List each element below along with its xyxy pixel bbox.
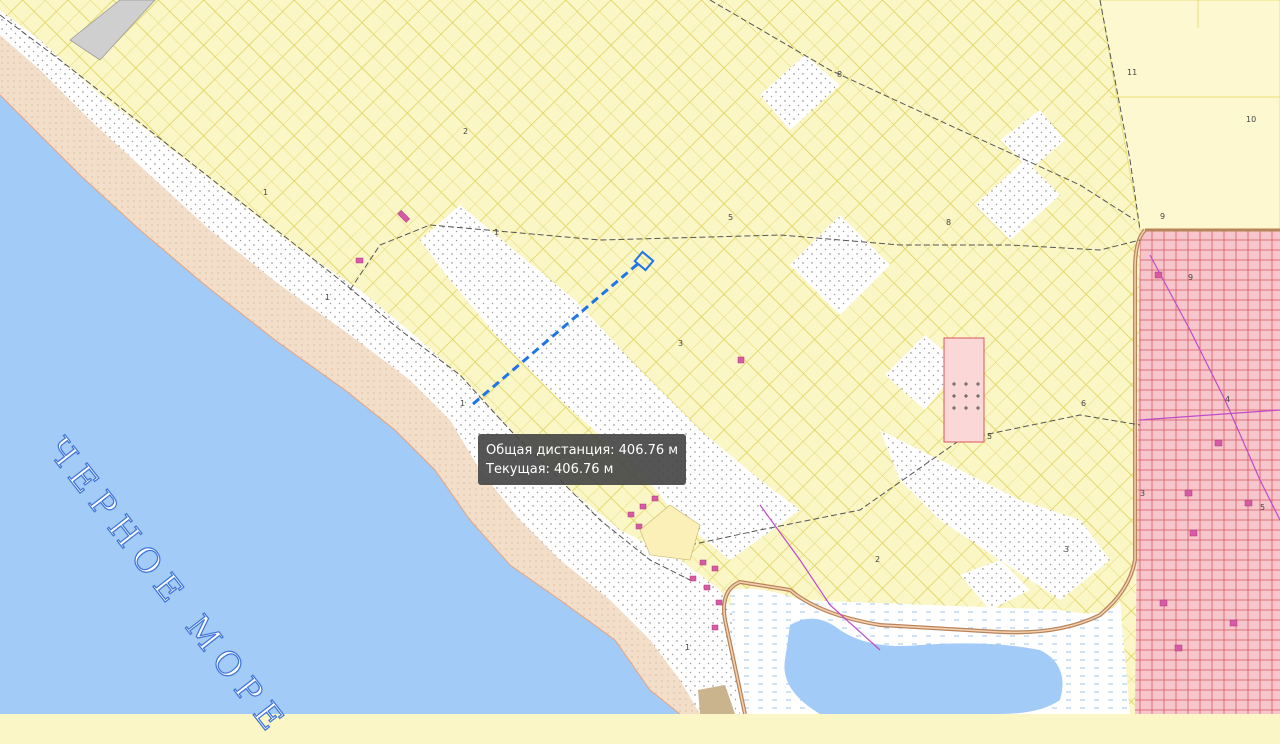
zone-number: 9: [1160, 212, 1165, 221]
zone-number: 5: [728, 213, 733, 222]
zone-number: 2: [875, 555, 880, 564]
zone-number: 8: [837, 70, 842, 79]
measurement-tooltip: Общая дистанция: 406.76 м Текущая: 406.7…: [478, 434, 687, 485]
current-distance-label: Текущая: 406.76 м: [486, 462, 614, 477]
cemetery-plot: [943, 337, 985, 443]
zone-number: 2: [463, 127, 468, 136]
zone-number: 4: [1225, 395, 1230, 404]
zone-number: 5: [1260, 503, 1265, 512]
zone-number: 6: [1081, 399, 1086, 408]
zone-number: 11: [1127, 68, 1137, 77]
zone-number: 1: [263, 188, 268, 197]
zone-number: 3: [1140, 489, 1145, 498]
zone-number: 10: [1246, 115, 1256, 124]
zone-number: 1: [325, 293, 330, 302]
zone-number: 1: [494, 228, 499, 237]
zone-number: 5: [987, 432, 992, 441]
urban-area: [1135, 230, 1280, 714]
zone-number: 1: [685, 643, 690, 652]
zone-number: 3: [1064, 545, 1069, 554]
total-distance-label: Общая дистанция: 406.76 м: [486, 443, 679, 458]
zone-number: 3: [678, 339, 683, 348]
zone-number: 8: [946, 218, 951, 227]
zone-number: 9: [1188, 273, 1193, 282]
zone-number: 1: [460, 399, 465, 408]
